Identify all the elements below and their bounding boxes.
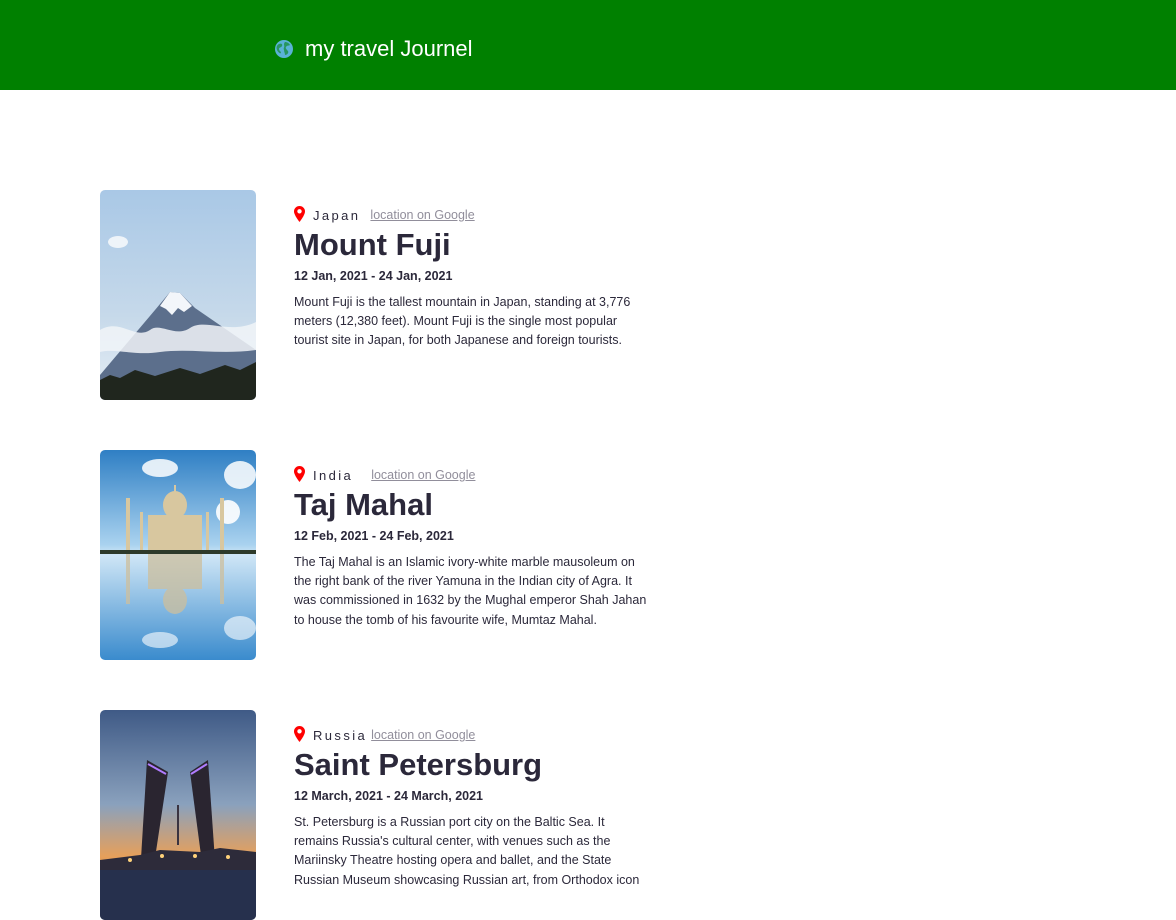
top-navbar: my travel Journel: [0, 0, 1176, 90]
location-pin-icon: [294, 725, 305, 742]
location-row: Russia location on Google: [294, 725, 654, 744]
trip-dates: 12 Feb, 2021 - 24 Feb, 2021: [294, 529, 454, 543]
google-maps-link[interactable]: location on Google: [370, 208, 474, 222]
journal-entry: India location on Google Taj Mahal 12 Fe…: [100, 450, 660, 660]
country-label: India: [313, 467, 354, 483]
brand[interactable]: my travel Journel: [274, 36, 473, 62]
taj-mahal-photo: [100, 450, 256, 660]
trip-dates: 12 Jan, 2021 - 24 Jan, 2021: [294, 269, 453, 283]
place-title: Taj Mahal: [294, 487, 433, 522]
journal-entry: Japan location on Google Mount Fuji 12 J…: [100, 190, 660, 400]
saint-petersburg-photo: [100, 710, 256, 920]
google-maps-link[interactable]: location on Google: [371, 728, 475, 742]
entry-info: India location on Google Taj Mahal 12 Fe…: [294, 465, 654, 630]
entry-info: Russia location on Google Saint Petersbu…: [294, 725, 654, 890]
location-pin-icon: [294, 465, 305, 482]
country-label: Japan: [313, 207, 361, 223]
location-pin-icon: [294, 205, 305, 222]
place-description: The Taj Mahal is an Islamic ivory-white …: [294, 555, 647, 627]
place-title: Mount Fuji: [294, 227, 451, 262]
location-row: Japan location on Google: [294, 205, 654, 224]
entry-info: Japan location on Google Mount Fuji 12 J…: [294, 205, 654, 351]
location-row: India location on Google: [294, 465, 654, 484]
journal-entry: Russia location on Google Saint Petersbu…: [100, 710, 660, 920]
place-title: Saint Petersburg: [294, 747, 543, 782]
mount-fuji-photo: [100, 190, 256, 400]
trip-dates: 12 March, 2021 - 24 March, 2021: [294, 789, 484, 803]
app-title: my travel Journel: [305, 36, 473, 61]
google-maps-link[interactable]: location on Google: [371, 468, 475, 482]
place-description: St. Petersburg is a Russian port city on…: [294, 815, 640, 887]
place-description: Mount Fuji is the tallest mountain in Ja…: [294, 295, 631, 348]
globe-icon: [275, 40, 293, 58]
country-label: Russia: [313, 727, 368, 743]
